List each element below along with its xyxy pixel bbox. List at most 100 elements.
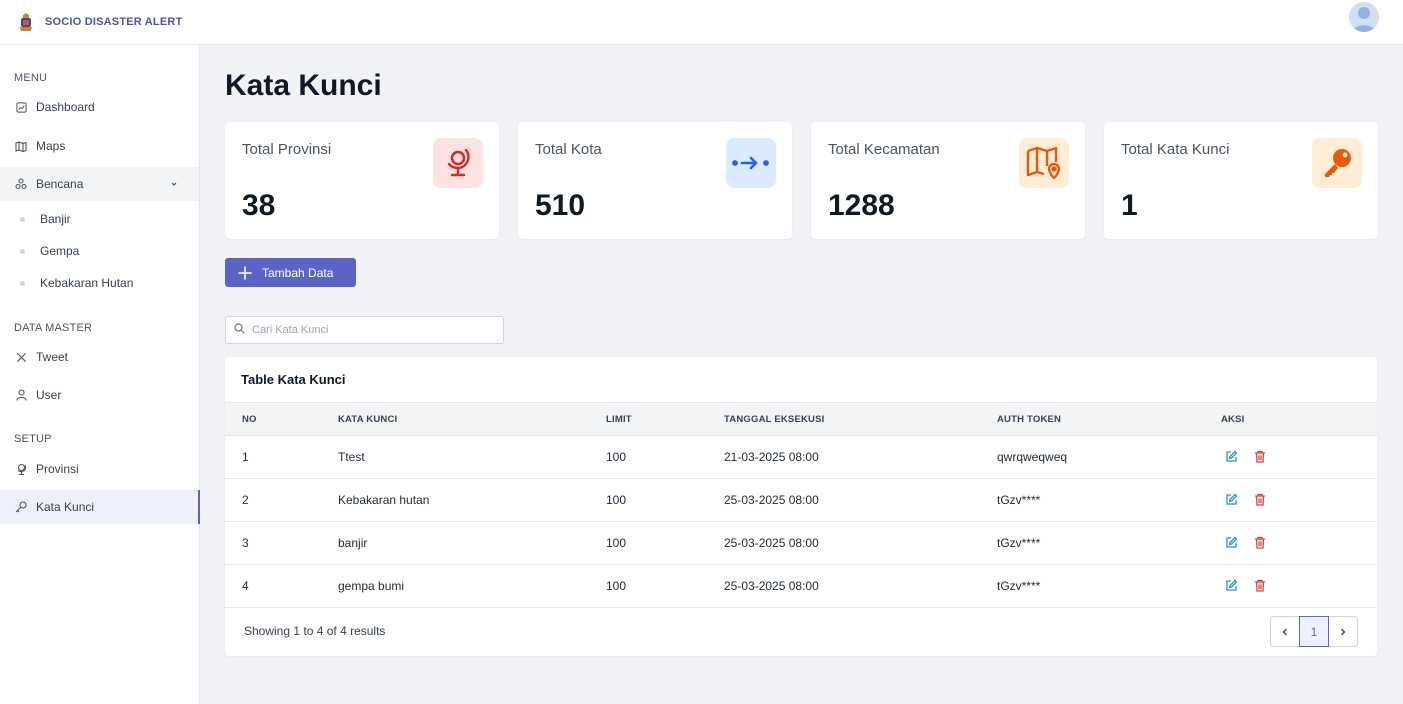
column-header-no: NO bbox=[242, 414, 257, 425]
sidebar-item-label: Kebakaran Hutan bbox=[40, 276, 134, 290]
globe-icon bbox=[433, 138, 483, 188]
sidebar-item-provinsi[interactable]: Provinsi bbox=[0, 452, 199, 486]
table-row: 3 banjir 100 25-03-2025 08:00 tGzv**** bbox=[225, 522, 1377, 565]
cell-auth-token: qwrqweqweq bbox=[997, 450, 1068, 464]
cell-no: 1 bbox=[242, 450, 249, 464]
delete-icon[interactable] bbox=[1254, 536, 1268, 550]
cell-kata-kunci: banjir bbox=[338, 536, 368, 550]
search-icon bbox=[234, 321, 245, 339]
key-icon bbox=[1312, 138, 1362, 188]
section-label-setup: SETUP bbox=[14, 433, 52, 445]
sidebar-item-dashboard[interactable]: Dashboard bbox=[0, 90, 199, 124]
sidebar-item-maps[interactable]: Maps bbox=[0, 129, 199, 163]
prev-page-button[interactable] bbox=[1270, 616, 1300, 647]
cell-no: 3 bbox=[242, 536, 249, 550]
page-button-current[interactable]: 1 bbox=[1299, 616, 1329, 647]
delete-icon[interactable] bbox=[1254, 579, 1268, 593]
sidebar-item-tweet[interactable]: Tweet bbox=[0, 340, 199, 374]
sidebar: MENU Dashboard Maps Bencana Banjir Gempa… bbox=[0, 45, 200, 704]
cell-kata-kunci: Ttest bbox=[338, 450, 365, 464]
sidebar-item-label: Bencana bbox=[36, 177, 84, 191]
brand[interactable]: SOCIO DISASTER ALERT bbox=[16, 11, 182, 33]
pagination: 1 bbox=[1270, 616, 1358, 647]
add-data-button[interactable]: Tambah Data bbox=[225, 258, 356, 287]
column-header-limit: LIMIT bbox=[606, 414, 632, 425]
cell-kata-kunci: gempa bumi bbox=[338, 579, 405, 593]
sidebar-subitem-banjir[interactable]: Banjir bbox=[0, 204, 199, 234]
delete-icon[interactable] bbox=[1254, 493, 1268, 507]
keyword-table-card: Table Kata Kunci NO KATA KUNCI LIMIT TAN… bbox=[225, 357, 1377, 656]
add-data-label: Tambah Data bbox=[262, 265, 334, 280]
sidebar-item-bencana[interactable]: Bencana bbox=[0, 167, 199, 201]
section-label-data-master: DATA MASTER bbox=[14, 322, 93, 334]
table-header: NO KATA KUNCI LIMIT TANGGAL EKSEKUSI AUT… bbox=[225, 402, 1377, 436]
bullet-icon bbox=[20, 216, 25, 222]
x-logo-icon bbox=[14, 350, 28, 364]
cell-limit: 100 bbox=[606, 536, 627, 550]
cell-tanggal-eksekusi: 25-03-2025 08:00 bbox=[724, 493, 819, 507]
table-row: 2 Kebakaran hutan 100 25-03-2025 08:00 t… bbox=[225, 479, 1377, 522]
search-input[interactable] bbox=[252, 324, 492, 336]
sidebar-item-label: Kata Kunci bbox=[36, 500, 95, 514]
table-title: Table Kata Kunci bbox=[241, 372, 346, 387]
user-icon bbox=[14, 388, 28, 402]
cell-kata-kunci: Kebakaran hutan bbox=[338, 493, 430, 507]
map-icon bbox=[14, 139, 28, 153]
dashboard-icon bbox=[14, 100, 28, 114]
app-name: SOCIO DISASTER ALERT bbox=[45, 16, 183, 28]
bencana-icon bbox=[14, 177, 28, 191]
sidebar-item-label: Maps bbox=[36, 139, 66, 153]
section-label-menu: MENU bbox=[14, 72, 48, 84]
sidebar-item-kata-kunci[interactable]: Kata Kunci bbox=[0, 490, 200, 524]
edit-icon[interactable] bbox=[1225, 536, 1239, 550]
edit-icon[interactable] bbox=[1225, 493, 1239, 507]
search-box bbox=[225, 316, 504, 344]
stat-value: 510 bbox=[535, 189, 586, 222]
arrow-right-dots-icon bbox=[726, 138, 776, 188]
chevron-down-icon bbox=[169, 178, 179, 188]
column-header-tanggal-eksekusi: TANGGAL EKSEKUSI bbox=[724, 414, 825, 425]
stat-label: Total Kota bbox=[535, 141, 602, 158]
cell-auth-token: tGzv**** bbox=[997, 579, 1041, 593]
cell-limit: 100 bbox=[606, 450, 627, 464]
stat-card-kata-kunci: Total Kata Kunci 1 bbox=[1104, 122, 1378, 239]
cell-auth-token: tGzv**** bbox=[997, 536, 1041, 550]
page-title: Kata Kunci bbox=[225, 69, 382, 102]
key-icon bbox=[14, 500, 28, 514]
delete-icon[interactable] bbox=[1254, 450, 1268, 464]
stat-value: 1 bbox=[1121, 189, 1138, 222]
cell-auth-token: tGzv**** bbox=[997, 493, 1041, 507]
cell-limit: 100 bbox=[606, 579, 627, 593]
next-page-button[interactable] bbox=[1328, 616, 1358, 647]
cell-no: 4 bbox=[242, 579, 249, 593]
sidebar-item-user[interactable]: User bbox=[0, 378, 199, 412]
stat-card-kota: Total Kota 510 bbox=[518, 122, 792, 239]
stat-label: Total Kecamatan bbox=[828, 141, 940, 158]
edit-icon[interactable] bbox=[1225, 450, 1239, 464]
sidebar-subitem-gempa[interactable]: Gempa bbox=[0, 236, 199, 266]
sidebar-item-label: Tweet bbox=[36, 350, 69, 364]
column-header-auth-token: AUTH TOKEN bbox=[997, 414, 1062, 425]
column-header-aksi: AKSI bbox=[1221, 414, 1245, 425]
cell-tanggal-eksekusi: 21-03-2025 08:00 bbox=[724, 450, 819, 464]
bullet-icon bbox=[20, 248, 25, 254]
stat-label: Total Kata Kunci bbox=[1121, 141, 1230, 158]
top-bar: SOCIO DISASTER ALERT bbox=[0, 0, 1403, 45]
main-content: Kata Kunci Total Provinsi 38 Total Kota … bbox=[200, 45, 1403, 704]
stat-label: Total Provinsi bbox=[242, 141, 332, 158]
stat-card-provinsi: Total Provinsi 38 bbox=[225, 122, 499, 239]
table-row: 4 gempa bumi 100 25-03-2025 08:00 tGzv**… bbox=[225, 565, 1377, 608]
edit-icon[interactable] bbox=[1225, 579, 1239, 593]
sidebar-subitem-kebakaran-hutan[interactable]: Kebakaran Hutan bbox=[0, 268, 199, 298]
cell-limit: 100 bbox=[606, 493, 627, 507]
results-summary: Showing 1 to 4 of 4 results bbox=[244, 624, 386, 638]
cell-tanggal-eksekusi: 25-03-2025 08:00 bbox=[724, 579, 819, 593]
user-avatar[interactable] bbox=[1349, 2, 1379, 32]
stat-value: 1288 bbox=[828, 189, 895, 222]
emblem-logo-icon bbox=[16, 11, 36, 33]
sidebar-item-label: Banjir bbox=[40, 212, 71, 226]
column-header-kata-kunci: KATA KUNCI bbox=[338, 414, 398, 425]
table-row: 1 Ttest 100 21-03-2025 08:00 qwrqweqweq bbox=[225, 436, 1377, 479]
cell-no: 2 bbox=[242, 493, 249, 507]
cell-tanggal-eksekusi: 25-03-2025 08:00 bbox=[724, 536, 819, 550]
